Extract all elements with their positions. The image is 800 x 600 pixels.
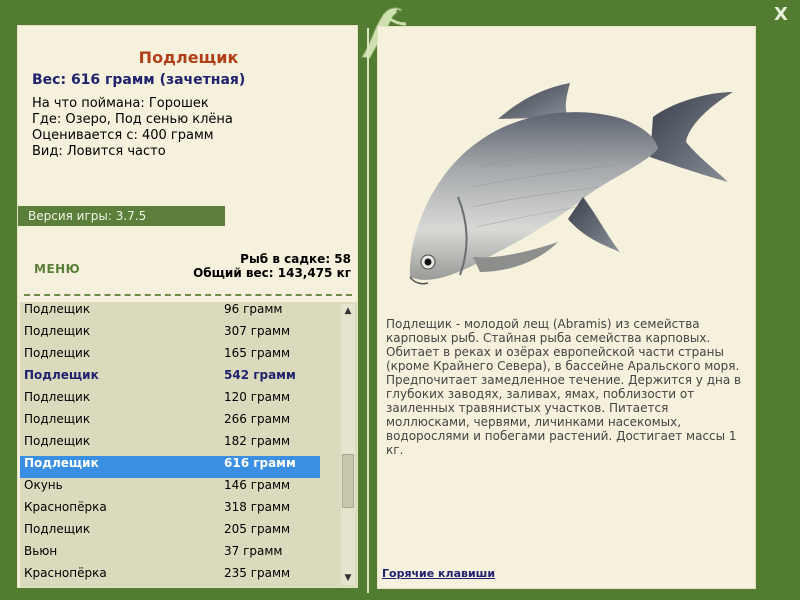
fish-details: На что поймана: Горошек Где: Озеро, Под … — [32, 96, 233, 160]
list-item-name: Подлещик — [24, 346, 91, 360]
list-item[interactable]: Подлещик 182 грамм — [20, 434, 320, 456]
list-item-name: Краснопёрка — [24, 566, 107, 580]
list-item-name: Подлещик — [24, 456, 99, 470]
list-item-weight: 165 грамм — [224, 346, 291, 360]
list-item[interactable]: Подлещик 616 грамм — [20, 456, 320, 478]
list-item-weight: 146 грамм — [224, 478, 291, 492]
list-item-weight: 37 грамм — [224, 544, 283, 558]
list-item[interactable]: Подлещик 307 грамм — [20, 324, 320, 346]
list-item-weight: 120 грамм — [224, 390, 291, 404]
fish-weight: Вес: 616 грамм (зачетная) — [32, 72, 246, 88]
list-item-name: Подлещик — [24, 302, 91, 316]
list-item-name: Подлещик — [24, 368, 99, 382]
chevron-down-icon[interactable]: ▼ — [341, 571, 355, 585]
catch-stats: Рыб в садке: 58 Общий вес: 143,475 кг — [193, 252, 351, 280]
fish-title: Подлещик — [138, 48, 239, 67]
list-item[interactable]: Подлещик 205 грамм — [20, 522, 320, 544]
list-item-name: Подлещик — [24, 412, 91, 426]
list-item-name: Окунь — [24, 478, 63, 492]
close-icon[interactable]: X — [772, 6, 790, 24]
list-item[interactable]: Подлещик 266 грамм — [20, 412, 320, 434]
menu-button[interactable]: МЕНЮ — [34, 262, 80, 276]
list-item[interactable]: Вьюн 37 грамм — [20, 544, 320, 566]
total-weight: Общий вес: 143,475 кг — [193, 266, 351, 280]
list-item-name: Подлещик — [24, 522, 91, 536]
list-item-name: Подлещик — [24, 324, 91, 338]
list-item[interactable]: Подлещик 120 грамм — [20, 390, 320, 412]
list-item-weight: 542 грамм — [224, 368, 296, 382]
scrollbar[interactable]: ▲ ▼ — [341, 304, 355, 585]
list-item-weight: 235 грамм — [224, 566, 291, 580]
list-item[interactable]: Подлещик 96 грамм — [20, 302, 320, 324]
panel-divider — [367, 28, 369, 593]
fish-image — [409, 83, 733, 285]
list-item-weight: 318 грамм — [224, 500, 291, 514]
detail-location: Где: Озеро, Под сенью клёна — [32, 112, 233, 127]
list-item[interactable]: Краснопёрка 235 грамм — [20, 566, 320, 587]
dashed-divider — [24, 294, 352, 296]
hotkeys-link[interactable]: Горячие клавиши — [382, 567, 495, 580]
fish-description: Подлещик - молодой лещ (Abramis) из семе… — [386, 317, 742, 457]
window-frame: X Подлещик Вес: 616 грамм (зачетная) На … — [0, 0, 800, 600]
list-item[interactable]: Подлещик 165 грамм — [20, 346, 320, 368]
list-item-weight: 96 грамм — [224, 302, 283, 316]
catch-list[interactable]: Подлещик 96 грамм Подлещик 307 грамм Подлещи… — [20, 302, 357, 587]
list-item-name: Подлещик — [24, 390, 91, 404]
list-item-name: Краснопёрка — [24, 500, 107, 514]
list-item-weight: 307 грамм — [224, 324, 291, 338]
fish-count: Рыб в садке: 58 — [240, 252, 351, 266]
list-item-weight: 616 грамм — [224, 456, 296, 470]
detail-frequency: Вид: Ловится часто — [32, 144, 166, 159]
catch-list-rows: Подлещик 96 грамм Подлещик 307 грамм Подлещи… — [20, 302, 357, 587]
fish-info-panel: Подлещик Вес: 616 грамм (зачетная) На чт… — [17, 25, 358, 588]
list-item-name: Подлещик — [24, 434, 91, 448]
game-version-label: Версия игры: 3.7.5 — [18, 206, 225, 226]
list-item-name: Вьюн — [24, 544, 58, 558]
detail-bait: На что поймана: Горошек — [32, 96, 209, 111]
list-item[interactable]: Окунь 146 грамм — [20, 478, 320, 500]
fish-description-panel: Подлещик - молодой лещ (Abramis) из семе… — [377, 26, 756, 589]
list-item-weight: 266 грамм — [224, 412, 291, 426]
list-item-weight: 182 грамм — [224, 434, 291, 448]
list-item-weight: 205 грамм — [224, 522, 291, 536]
list-item[interactable]: Краснопёрка 318 грамм — [20, 500, 320, 522]
list-item[interactable]: Подлещик 542 грамм — [20, 368, 320, 390]
detail-threshold: Оценивается с: 400 грамм — [32, 128, 214, 143]
chevron-up-icon[interactable]: ▲ — [341, 304, 355, 318]
scrollbar-thumb[interactable] — [342, 454, 354, 508]
